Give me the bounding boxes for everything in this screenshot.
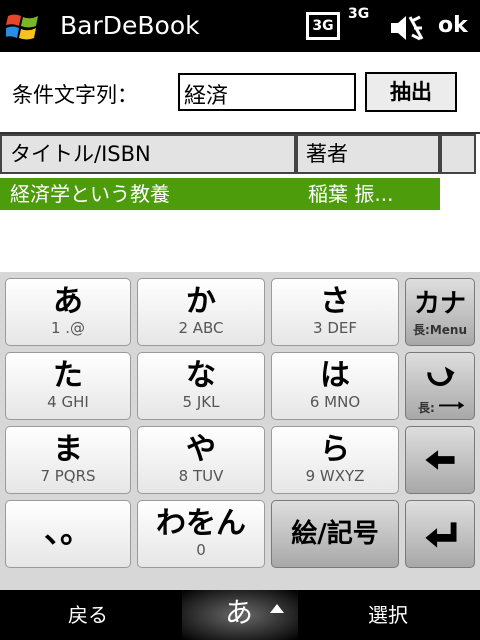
key-ta-sub: 4 GHI [47,393,89,411]
select-softkey[interactable]: 選択 [368,602,408,628]
column-header-title[interactable]: タイトル/ISBN [0,134,296,174]
app-title: BarDeBook [60,11,200,40]
input-mode-softkey[interactable]: あ [182,590,298,640]
column-header-blank[interactable] [440,134,476,174]
key-wawon-sub: 0 [196,541,206,559]
key-ya-sub: 8 TUV [178,467,224,485]
list-item-title: 経済学という教養 [10,182,170,206]
key-ka-sub: 2 ABC [178,319,224,337]
result-list[interactable]: タイトル/ISBN 著者 経済学という教養 稲葉 振... [0,132,480,274]
key-a[interactable]: あ 1 .@ [5,278,131,346]
key-punctuation-main: 、。 [43,512,92,550]
key-ha-main: は [320,358,350,393]
softkey-bar: 戻る あ 選択 [0,590,480,640]
column-header-author[interactable]: 著者 [296,134,440,174]
key-ya-main: や [186,432,216,467]
key-na[interactable]: な 5 JKL [137,352,265,420]
undo-arrow-icon [427,366,465,410]
list-header: タイトル/ISBN 著者 [0,134,480,176]
windows-logo-icon[interactable] [6,10,40,44]
key-ha[interactable]: は 6 MNO [271,352,399,420]
key-undo-sub: 長: [418,401,435,415]
up-triangle-icon [270,604,284,613]
key-ka-main: か [186,284,216,319]
search-area: 条件文字列： 経済 抽出 [0,52,480,132]
key-a-main: あ [53,284,83,319]
key-ra-sub: 9 WXYZ [305,467,365,485]
network-3g-icon[interactable]: 3G [306,12,340,40]
enter-return-icon [425,522,457,548]
input-mode-label: あ [225,596,254,629]
title-bar: BarDeBook 3G 3G ok [0,0,480,52]
condition-input[interactable]: 経済 [178,73,356,111]
key-ma[interactable]: ま 7 PQRS [5,426,131,494]
key-backspace[interactable] [405,426,475,494]
list-item-author: 稲葉 振... [308,182,394,206]
back-softkey[interactable]: 戻る [68,602,108,628]
key-wawon-main: わをん [156,506,246,541]
condition-label: 条件文字列： [12,83,138,107]
list-item[interactable]: 経済学という教養 稲葉 振... [0,178,440,210]
soft-keyboard: あ 1 .@ か 2 ABC さ 3 DEF カナ 長:Menu た 4 GHI… [0,272,480,590]
key-kana-mode[interactable]: カナ 長:Menu [405,278,475,346]
key-ka[interactable]: か 2 ABC [137,278,265,346]
key-ha-sub: 6 MNO [309,393,361,411]
extract-button[interactable]: 抽出 [365,72,457,112]
speaker-muted-icon[interactable] [388,12,428,44]
key-emoji-symbols-main: 絵/記号 [291,519,379,549]
key-undo[interactable]: 長: [405,352,475,420]
key-emoji-symbols[interactable]: 絵/記号 [271,500,399,568]
key-sa[interactable]: さ 3 DEF [271,278,399,346]
key-ma-sub: 7 PQRS [40,467,96,485]
key-a-sub: 1 .@ [50,319,86,337]
key-wawon[interactable]: わをん 0 [137,500,265,568]
key-punctuation[interactable]: 、。 [5,500,131,568]
signal-3g-icon[interactable]: 3G [348,6,376,38]
key-enter[interactable] [405,500,475,568]
key-kana-sub: 長:Menu [413,323,467,337]
key-sa-sub: 3 DEF [313,319,357,337]
key-ra[interactable]: ら 9 WXYZ [271,426,399,494]
left-arrow-icon [425,450,455,470]
key-ma-main: ま [53,432,83,467]
key-ra-main: ら [320,432,350,467]
key-kana-main: カナ [413,289,466,319]
key-ya[interactable]: や 8 TUV [137,426,265,494]
key-na-sub: 5 JKL [182,393,220,411]
key-sa-main: さ [320,284,350,319]
key-na-main: な [186,358,216,393]
key-ta-main: た [53,358,83,393]
ok-button[interactable]: ok [438,11,468,41]
key-ta[interactable]: た 4 GHI [5,352,131,420]
